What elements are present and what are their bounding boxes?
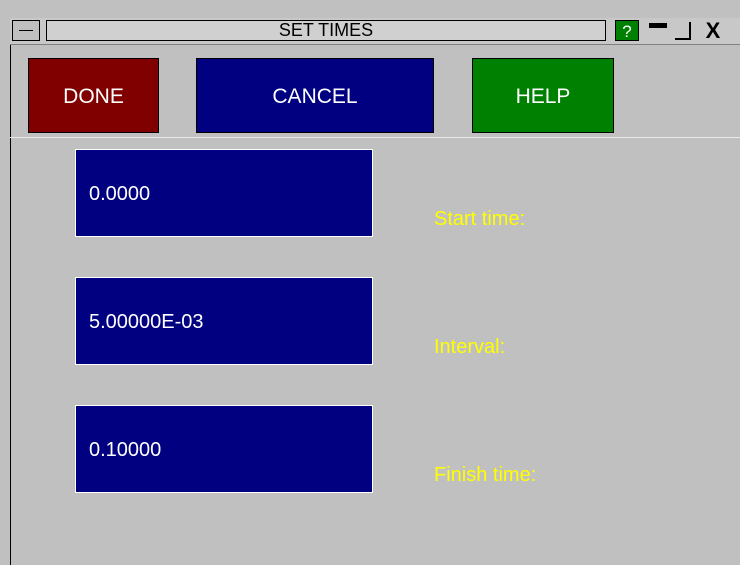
minimize-icon[interactable] xyxy=(647,20,669,41)
toolbar: DONE CANCEL HELP xyxy=(10,45,740,138)
help-button[interactable]: HELP xyxy=(472,58,614,133)
system-menu-icon[interactable] xyxy=(12,20,40,41)
close-icon[interactable]: X xyxy=(700,20,726,42)
finish-time-input[interactable]: 0.10000 xyxy=(75,405,373,493)
window-title: SET TIMES xyxy=(278,20,374,40)
help-icon[interactable]: ? xyxy=(615,20,639,41)
start-time-input[interactable]: 0.0000 xyxy=(75,149,373,237)
set-times-window: SET TIMES ? X DONE CANCEL HELP 0.0000 St… xyxy=(0,0,740,565)
done-button[interactable]: DONE xyxy=(28,58,159,133)
title-field: SET TIMES xyxy=(46,20,606,41)
start-time-label: Start time: xyxy=(434,208,526,230)
title-bar[interactable]: SET TIMES ? X xyxy=(10,18,740,45)
finish-time-label: Finish time: xyxy=(434,464,537,486)
cancel-button[interactable]: CANCEL xyxy=(196,58,434,133)
maximize-icon[interactable] xyxy=(672,20,694,41)
interval-label: Interval: xyxy=(434,336,506,358)
interval-input[interactable]: 5.00000E-03 xyxy=(75,277,373,365)
